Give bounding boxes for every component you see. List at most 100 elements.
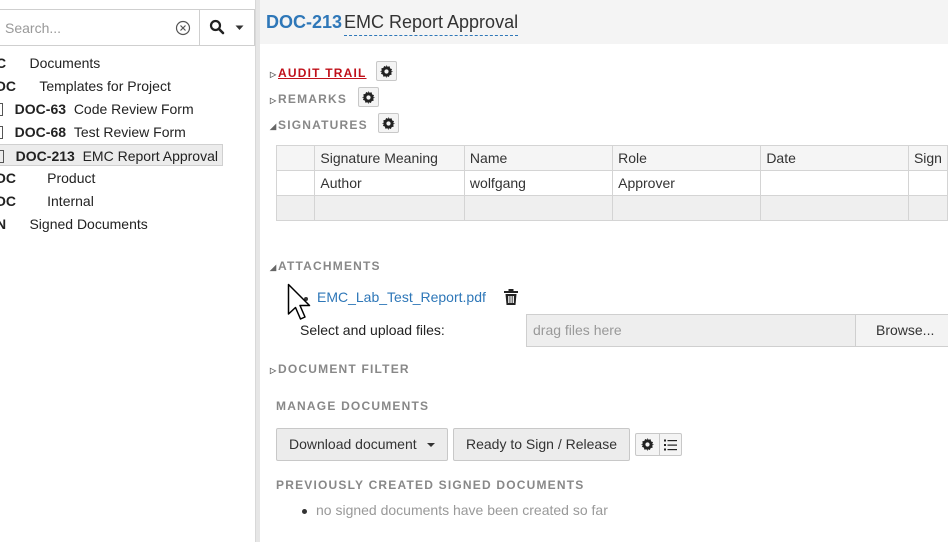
mouse-cursor-icon [287, 283, 311, 320]
section-attachments[interactable]: ◢ ATTACHMENTS [270, 259, 381, 273]
document-title[interactable]: EMC Report Approval [344, 12, 519, 36]
expand-triangle-icon: ▷ [270, 366, 277, 375]
tree-item-label: Documents [29, 55, 101, 71]
collapse-triangle-icon: ◢ [270, 122, 277, 131]
search-input[interactable] [5, 18, 175, 38]
tree-item-label: Templates for Project [39, 78, 171, 94]
chevron-down-icon [235, 25, 244, 30]
column-header[interactable]: Sign [907, 145, 948, 171]
table-cell [907, 195, 948, 221]
tree-item-doc-68[interactable]: DOC-68 Test Review Form [0, 121, 186, 143]
column-header[interactable]: Role [612, 145, 762, 171]
button-label: Ready to Sign / Release [466, 436, 617, 452]
section-document-filter[interactable]: ▷ DOCUMENT FILTER [270, 362, 410, 376]
tree-item-internal[interactable]: OC Internal [0, 190, 94, 212]
section-label: REMARKS [278, 92, 348, 106]
attachment-link[interactable]: EMC_Lab_Test_Report.pdf [317, 289, 486, 305]
file-drop-zone[interactable]: drag files here [526, 314, 856, 347]
document-header: DOC-213 EMC Report Approval [260, 0, 948, 44]
section-label: AUDIT TRAIL [278, 66, 367, 80]
gear-icon [362, 91, 375, 104]
table-row-empty[interactable] [275, 195, 948, 221]
empty-state-text: no signed documents have been created so… [302, 502, 608, 518]
ready-to-sign-button[interactable]: Ready to Sign / Release [453, 428, 630, 461]
tree-item-code: OC [0, 78, 16, 94]
gear-icon [380, 65, 393, 78]
table-cell [907, 170, 948, 196]
table-cell [760, 195, 909, 221]
list-icon[interactable] [664, 439, 677, 451]
section-signatures[interactable]: ◢ SIGNATURES [270, 118, 368, 132]
expand-triangle-icon: ▷ [270, 96, 277, 105]
search-box [0, 9, 255, 46]
tree-item-label: Internal [47, 193, 94, 209]
tree-item-code: C [0, 55, 6, 71]
tree-item-code: DOC-213 [15, 148, 75, 164]
section-remarks[interactable]: ▷ REMARKS [270, 92, 347, 106]
column-header[interactable]: Name [463, 145, 614, 171]
tree-item-signed-documents[interactable]: N Signed Documents [0, 213, 148, 235]
manage-tools-group [635, 433, 682, 456]
document-icon [0, 150, 4, 163]
table-cell: Author [314, 170, 465, 196]
tree-item-label: EMC Report Approval [82, 148, 218, 164]
tree-item-code: DOC-63 [14, 101, 67, 117]
section-label: ATTACHMENTS [278, 259, 381, 273]
section-previously-signed: PREVIOUSLY CREATED SIGNED DOCUMENTS [276, 478, 584, 492]
collapse-triangle-icon: ◢ [270, 263, 277, 272]
tree-item-code: OC [0, 193, 16, 209]
document-icon [0, 103, 3, 116]
table-cell [275, 195, 316, 221]
table-cell [760, 170, 909, 196]
table-cell [275, 170, 316, 196]
document-id: DOC-213 [266, 12, 343, 32]
table-cell [314, 195, 465, 221]
trash-icon[interactable] [504, 289, 518, 308]
expand-triangle-icon: ▷ [270, 70, 277, 79]
caret-down-icon [426, 443, 435, 447]
tree-panel: C Documents OC Templates for Project DOC… [0, 0, 256, 542]
table-header-row: Signature Meaning Name Role Date Sign [275, 145, 948, 171]
upload-label: Select and upload files: [300, 322, 445, 338]
column-header[interactable]: Signature Meaning [314, 145, 465, 171]
table-row[interactable]: Author wolfgang Approver [275, 170, 948, 196]
download-document-button[interactable]: Download document [276, 428, 448, 461]
column-header [275, 145, 316, 171]
tree-item-code: OC [0, 170, 16, 186]
tree-item-documents[interactable]: C Documents [0, 52, 100, 74]
column-header[interactable]: Date [760, 145, 909, 171]
document-panel: DOC-213 EMC Report Approval ▷ AUDIT TRAIL… [260, 0, 948, 542]
clear-icon[interactable] [175, 20, 191, 36]
tree-item-label: Code Review Form [73, 101, 194, 117]
table-cell: wolfgang [463, 170, 614, 196]
section-manage-documents: MANAGE DOCUMENTS [276, 399, 429, 413]
table-cell: Approver [612, 170, 762, 196]
browse-button[interactable]: Browse... [855, 314, 948, 347]
section-audit-trail[interactable]: ▷ AUDIT TRAIL [270, 66, 367, 80]
tree-item-templates[interactable]: OC Templates for Project [0, 75, 171, 97]
remarks-settings-button[interactable] [358, 87, 379, 107]
tree-item-label: Signed Documents [29, 216, 148, 232]
section-label: MANAGE DOCUMENTS [276, 399, 430, 413]
gear-icon [382, 117, 395, 130]
search-button[interactable] [199, 9, 255, 46]
signatures-settings-button[interactable] [378, 113, 399, 133]
table-cell [463, 195, 614, 221]
table-cell [612, 195, 762, 221]
tree-item-label: Test Review Form [73, 124, 186, 140]
tree-item-label: Product [47, 170, 96, 186]
document-icon [0, 126, 3, 139]
tree-item-doc-63[interactable]: DOC-63 Code Review Form [0, 98, 194, 120]
audit-trail-settings-button[interactable] [376, 61, 397, 81]
gear-icon[interactable] [641, 438, 654, 451]
signatures-table: Signature Meaning Name Role Date Sign Au… [275, 145, 948, 221]
tree-item-product[interactable]: OC Product [0, 167, 95, 189]
search-icon [209, 19, 225, 35]
section-label: PREVIOUSLY CREATED SIGNED DOCUMENTS [276, 478, 585, 492]
tree-item-doc-213[interactable]: DOC-213 EMC Report Approval [0, 144, 223, 166]
button-label: Download document [289, 436, 417, 452]
tree-item-code: DOC-68 [14, 124, 67, 140]
divider [659, 434, 660, 455]
section-label: DOCUMENT FILTER [278, 362, 410, 376]
tree-item-code: N [0, 216, 6, 232]
